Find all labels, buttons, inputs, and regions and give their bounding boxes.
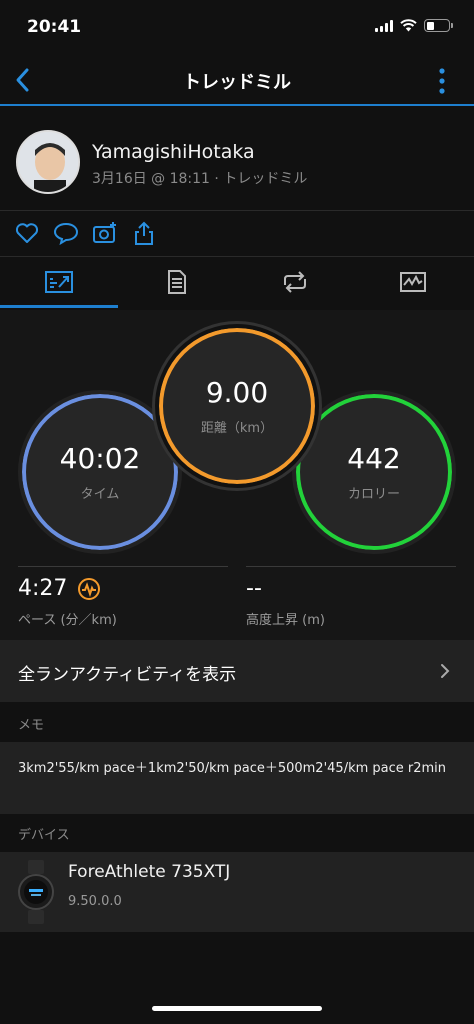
signal-icon (375, 19, 393, 32)
user-name[interactable]: YamagishiHotaka (92, 141, 255, 163)
page-title: トレッドミル (183, 72, 291, 93)
device-name: ForeAthlete 735XTJ (68, 862, 231, 882)
status-time: 20:41 (27, 17, 82, 37)
tab-laps[interactable] (236, 256, 354, 308)
calories-value: 442 (347, 442, 401, 475)
tab-bar (0, 256, 474, 308)
device-section-label: デバイス (18, 828, 70, 843)
status-bar: 20:41 (0, 0, 474, 56)
memo-section-label: メモ (18, 718, 45, 733)
elevation-value: -- (246, 576, 262, 601)
tab-details[interactable] (118, 256, 236, 308)
time-value: 40:02 (59, 442, 141, 475)
calories-label: カロリー (347, 487, 400, 502)
avatar-photo (18, 132, 78, 192)
all-activities-row[interactable]: 全ランアクティビティを表示 (0, 640, 474, 702)
share-icon[interactable] (131, 220, 157, 246)
pace-stat: 4:27 ペース (分／km) (18, 576, 117, 628)
pace-value: 4:27 (18, 576, 68, 601)
heart-icon[interactable] (14, 220, 40, 246)
pace-label: ペース (分／km) (18, 613, 117, 628)
metrics-rings: 40:02 タイム 442 カロリー 9.00 距離（km） (0, 310, 474, 560)
tab-charts[interactable] (354, 256, 472, 308)
status-icons (375, 19, 453, 32)
watch-icon (18, 860, 54, 924)
distance-value: 9.00 (205, 376, 269, 409)
avatar[interactable] (16, 130, 80, 194)
pace-badge-icon (78, 577, 101, 600)
action-bar (0, 212, 474, 254)
more-vertical-icon[interactable] (438, 68, 446, 94)
chart-icon (400, 272, 426, 292)
add-photo-icon[interactable] (92, 220, 118, 246)
elevation-label: 高度上昇 (m) (246, 613, 325, 628)
wifi-icon (400, 19, 417, 32)
battery-icon (424, 19, 453, 32)
distance-ring[interactable]: 9.00 距離（km） (155, 324, 319, 488)
memo-card[interactable]: 3km2'55/km pace＋1km2'50/km pace＋500m2'45… (0, 742, 474, 814)
device-version: 9.50.0.0 (68, 894, 122, 909)
document-icon (168, 270, 186, 294)
stats-row: 4:27 ペース (分／km) -- 高度上昇 (m) (0, 560, 474, 640)
activity-meta: 3月16日 @ 18:11 · トレッドミル (92, 171, 308, 187)
nav-bar: トレッドミル (0, 56, 474, 106)
elevation-stat: -- 高度上昇 (m) (246, 576, 325, 628)
comment-icon[interactable] (53, 220, 79, 246)
device-card[interactable]: ForeAthlete 735XTJ 9.50.0.0 (0, 852, 474, 932)
time-label: タイム (80, 487, 120, 502)
all-activities-label: 全ランアクティビティを表示 (18, 665, 237, 685)
chevron-right-icon (441, 664, 450, 678)
tab-summary[interactable] (0, 256, 118, 308)
divider (246, 566, 456, 567)
summary-chart-icon (45, 271, 73, 293)
memo-text: 3km2'55/km pace＋1km2'50/km pace＋500m2'45… (18, 761, 447, 776)
laps-icon (284, 271, 306, 293)
divider (18, 566, 228, 567)
activity-header: YamagishiHotaka 3月16日 @ 18:11 · トレッドミル (0, 108, 474, 208)
distance-label: 距離（km） (200, 421, 274, 436)
divider (0, 210, 474, 211)
home-indicator (152, 1006, 322, 1011)
